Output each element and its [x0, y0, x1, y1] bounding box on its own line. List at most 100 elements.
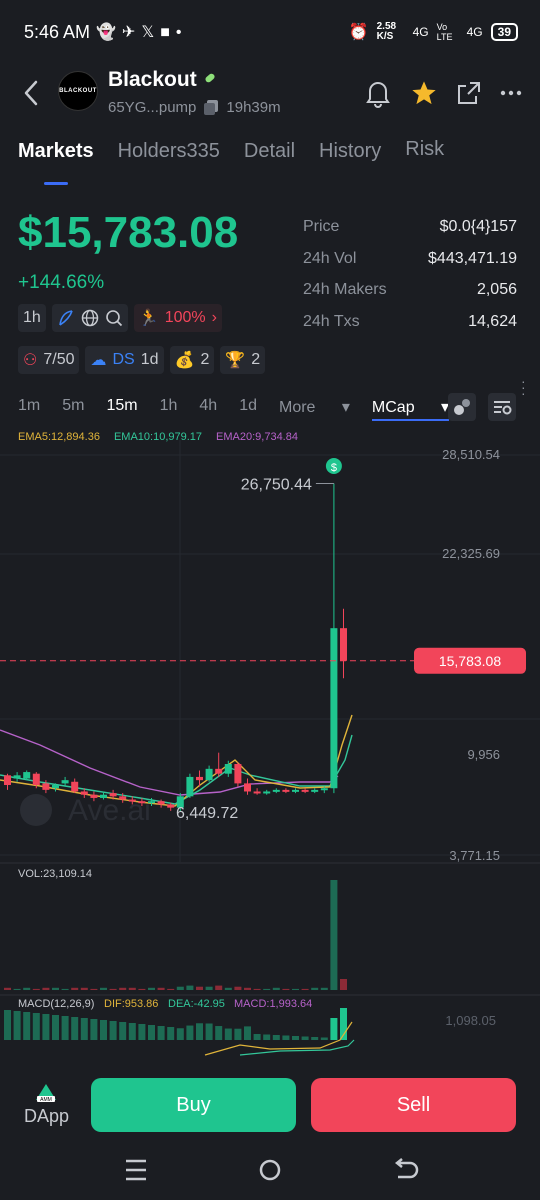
volume-bar: [128, 987, 136, 990]
holders-chip[interactable]: ⚇ 7/50: [18, 346, 80, 374]
net-speed: 2.58 K/S: [376, 21, 397, 42]
more-icon[interactable]: [500, 89, 522, 97]
macd-value-label: MACD:1,993.64: [234, 998, 312, 1010]
candle-body: [61, 780, 69, 784]
candle-body: [80, 791, 88, 795]
volume-bar: [196, 986, 203, 990]
tab-risk[interactable]: Risk: [405, 138, 444, 163]
globe-icon[interactable]: [81, 309, 99, 327]
buy-button[interactable]: Buy: [91, 1078, 296, 1132]
y-axis-label: 22,325.69: [442, 546, 500, 561]
macd-bar: [215, 1026, 223, 1040]
chart-settings-icon: [494, 401, 512, 415]
star-icon[interactable]: [410, 79, 438, 107]
macd-bar: [205, 1023, 213, 1040]
bell-icon[interactable]: [364, 78, 392, 108]
interval-more-label: More: [278, 399, 316, 416]
trophy-chip[interactable]: 🏆 2: [220, 346, 266, 374]
candle-body: [119, 796, 127, 800]
current-price-text: 15,783.08: [439, 653, 501, 669]
stat-value: $0.0{4}157: [439, 218, 517, 235]
candle-body: [148, 801, 155, 804]
interval-4h[interactable]: 4h: [199, 397, 217, 421]
stat-label: 24h Vol: [303, 249, 357, 267]
home-icon[interactable]: [259, 1159, 281, 1181]
search-icon[interactable]: [105, 309, 123, 327]
macd-bar: [272, 1035, 280, 1040]
volume-bar: [52, 987, 59, 990]
macd-bar: [157, 1026, 165, 1040]
candle-body: [301, 789, 309, 792]
price-chart[interactable]: 28,510.54 22,325.69 9,956 3,771.15 Ave.ai 26,…: [0, 424, 540, 1064]
dapp-button[interactable]: AMM DApp: [24, 1080, 70, 1127]
macd-bar: [61, 1016, 69, 1040]
candle-body: [100, 794, 107, 798]
interval-chip[interactable]: 1h: [18, 304, 46, 332]
volume-bar: [61, 988, 69, 990]
interval-1d[interactable]: 1d: [239, 397, 257, 421]
dapp-label: DApp: [24, 1106, 70, 1126]
stat-value: 14,624: [468, 312, 517, 330]
chart-settings-button[interactable]: [488, 393, 516, 421]
runner-chip[interactable]: 🏃 100% ›: [133, 304, 222, 332]
back-nav-icon[interactable]: [394, 1158, 419, 1179]
macd-bar: [138, 1024, 146, 1040]
macd-bar: [244, 1026, 251, 1040]
stat-row: 24h Vol $443,471.19: [303, 250, 517, 282]
system-nav-bar: [126, 1158, 419, 1181]
candle-body: [224, 763, 232, 774]
bag-count: 2: [200, 351, 210, 368]
token-address[interactable]: 65YG...pump: [108, 99, 196, 116]
copy-icon[interactable]: [202, 98, 220, 116]
tab-bar: Markets Holders335 Detail History Risk: [18, 138, 444, 185]
interval-15m[interactable]: 15m: [106, 397, 137, 421]
back-arrow-icon[interactable]: [18, 76, 46, 110]
interval-1h[interactable]: 1h: [160, 397, 178, 421]
macd-bar: [167, 1027, 175, 1040]
vertical-more-icon[interactable]: · · ·: [521, 374, 526, 400]
macd-bar: [119, 1022, 127, 1040]
price-change: +144.66%: [18, 272, 105, 293]
interval-more[interactable]: More ▾: [279, 397, 350, 421]
stat-label: 24h Makers: [303, 281, 387, 298]
ds-chip[interactable]: ☁ DS 1d: [85, 346, 164, 374]
sell-button[interactable]: Sell: [311, 1078, 516, 1132]
recents-icon[interactable]: [126, 1159, 146, 1181]
mcap-toggle[interactable]: MCap ▾: [371, 397, 450, 421]
candle-body: [128, 799, 136, 802]
interval-chip-label: 1h: [23, 309, 41, 326]
macd-bar: [100, 1020, 107, 1040]
tab-markets[interactable]: Markets: [18, 140, 94, 185]
interval-5m[interactable]: 5m: [62, 397, 84, 421]
indicator-icon: [454, 399, 470, 415]
tab-holders[interactable]: Holders335: [118, 140, 220, 163]
volume-bar: [244, 987, 251, 990]
macd-bar: [282, 1035, 290, 1040]
macd-bar: [13, 1011, 21, 1040]
info-chips-row-1: 1h 🏃 100% ›: [18, 304, 222, 332]
indicator-button[interactable]: [448, 393, 476, 421]
holders-chip-value: 7/50: [43, 351, 75, 368]
header-actions: [364, 78, 522, 108]
links-chip[interactable]: [51, 304, 128, 332]
tab-history[interactable]: History: [319, 140, 381, 163]
macd-bar: [186, 1025, 194, 1040]
volume-bar: [138, 988, 146, 990]
candle-body: [311, 789, 319, 792]
share-icon[interactable]: [456, 80, 482, 106]
alarm-icon: ⏰: [348, 24, 369, 41]
macd-bar: [80, 1018, 88, 1040]
bag-chip[interactable]: 💰 2: [169, 346, 215, 374]
volume-bar: [157, 987, 165, 990]
trophy-icon: 🏆: [225, 352, 246, 369]
candle-body: [42, 783, 50, 790]
token-header: BLACKOUT Blackout 65YG...pump 19h39m: [0, 66, 540, 122]
candle-body: [292, 789, 299, 792]
volume-bar: [13, 988, 21, 990]
y-axis-label: 9,956: [467, 747, 500, 762]
candle-body: [272, 789, 280, 792]
tab-detail[interactable]: Detail: [244, 140, 295, 163]
interval-1m[interactable]: 1m: [18, 397, 40, 421]
feather-icon: [59, 310, 73, 326]
macd-bar: [176, 1028, 184, 1040]
